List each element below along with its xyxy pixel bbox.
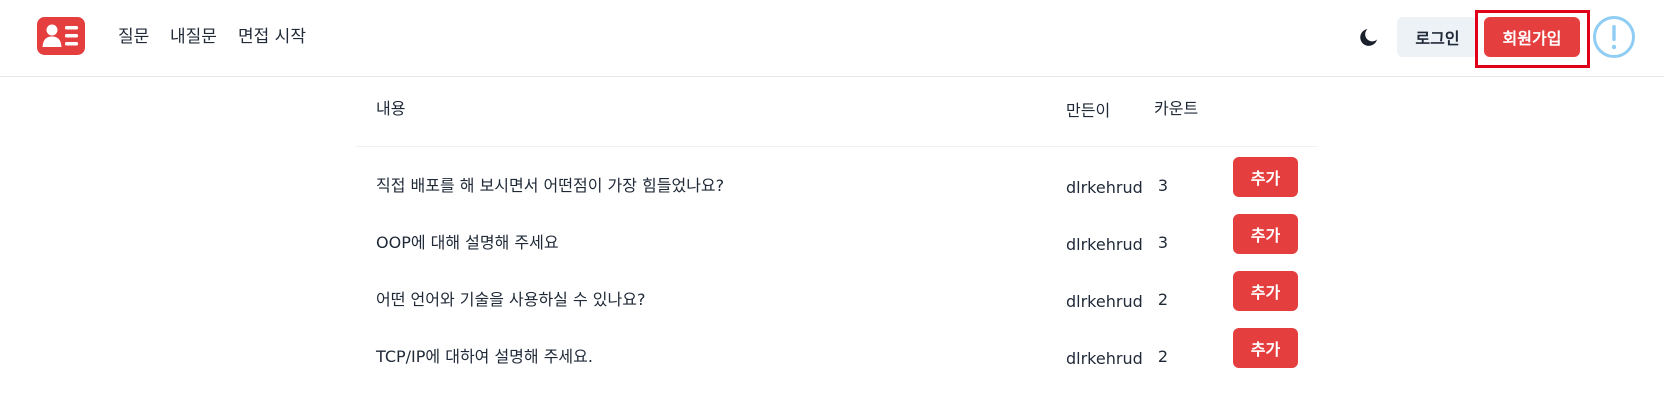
nav-link-interview-start[interactable]: 면접 시작 xyxy=(238,26,306,48)
table-header: 내용 만든이 카운트 xyxy=(356,77,1318,147)
add-button[interactable]: 추가 xyxy=(1233,328,1298,368)
table-row: 직접 배포를 해 보시면서 어떤점이 가장 힘들었나요? dlrkehrud 3… xyxy=(356,157,1318,217)
row-content: 어떤 언어와 기술을 사용하실 수 있나요? xyxy=(376,290,646,309)
header-count: 카운트 xyxy=(1154,99,1199,118)
id-card-icon[interactable] xyxy=(37,17,85,55)
add-button[interactable]: 추가 xyxy=(1233,157,1298,197)
navbar: 질문 내질문 면접 시작 로그인 회원가입 xyxy=(0,0,1664,77)
signup-button[interactable]: 회원가입 xyxy=(1484,17,1580,57)
row-count: 2 xyxy=(1157,290,1168,309)
table-row: TCP/IP에 대하여 설명해 주세요. dlrkehrud 2 추가 xyxy=(356,328,1318,388)
table-row: 어떤 언어와 기술을 사용하실 수 있나요? dlrkehrud 2 추가 xyxy=(356,271,1318,331)
add-button[interactable]: 추가 xyxy=(1233,214,1298,254)
header-content: 내용 xyxy=(376,99,406,118)
row-count: 2 xyxy=(1157,347,1168,366)
row-content: TCP/IP에 대하여 설명해 주세요. xyxy=(376,347,593,366)
nav-link-my-questions[interactable]: 내질문 xyxy=(170,26,217,48)
row-count: 3 xyxy=(1157,176,1168,195)
row-count: 3 xyxy=(1157,233,1168,252)
nav-link-questions[interactable]: 질문 xyxy=(118,26,149,48)
header-creator: 만든이 xyxy=(1066,101,1111,120)
exclamation-circle-icon[interactable] xyxy=(1592,15,1636,59)
row-content: OOP에 대해 설명해 주세요 xyxy=(376,233,559,252)
table-row: OOP에 대해 설명해 주세요 dlrkehrud 3 추가 xyxy=(356,214,1318,274)
row-content: 직접 배포를 해 보시면서 어떤점이 가장 힘들었나요? xyxy=(376,176,725,195)
login-button[interactable]: 로그인 xyxy=(1397,17,1478,57)
add-button[interactable]: 추가 xyxy=(1233,271,1298,311)
moon-icon[interactable] xyxy=(1357,25,1381,49)
